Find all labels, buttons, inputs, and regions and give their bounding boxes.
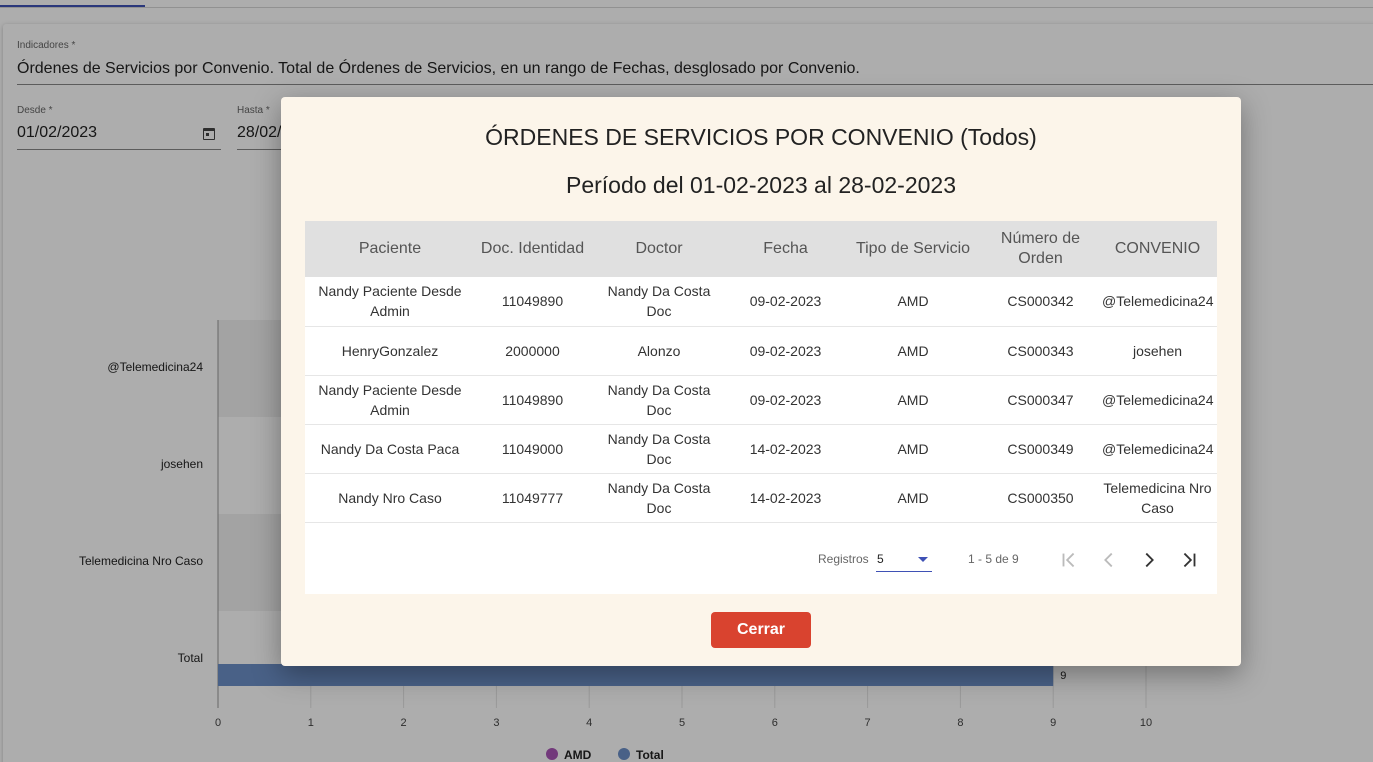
table-cell: @Telemedicina24 — [1102, 391, 1214, 408]
table-row[interactable]: Nandy Paciente Desde Admin 11049890 Nandy … — [305, 375, 1217, 424]
table-cell: Nandy Nro Caso — [338, 489, 442, 506]
table-cell: AMD — [897, 293, 929, 310]
table-cell: Nandy Paciente Desde Admin — [318, 283, 462, 320]
first-page-button[interactable] — [1053, 544, 1085, 576]
column-header: Fecha — [763, 240, 808, 257]
table-cell: Nandy Da Costa Doc — [607, 479, 711, 516]
paginator: Registros 5 1 - 5 de 9 — [305, 522, 1217, 594]
page-size-select[interactable]: 5 — [876, 548, 932, 572]
table-cell: 11049890 — [501, 293, 564, 310]
column-header: CONVENIO — [1114, 240, 1201, 257]
table-cell: AMD — [897, 440, 929, 457]
table-cell: Nandy Da Costa Paca — [320, 440, 460, 457]
last-page-icon — [1183, 552, 1196, 568]
table-row[interactable]: Nandy Paciente Desde Admin 11049890 Nandy … — [305, 277, 1217, 326]
table-cell: Alonzo — [637, 342, 681, 359]
table-cell: Nandy Paciente Desde Admin — [318, 381, 462, 418]
last-page-button[interactable] — [1173, 544, 1205, 576]
table-cell: Nandy Da Costa Doc — [607, 381, 711, 418]
first-page-icon — [1062, 552, 1075, 568]
table-cell: CS000347 — [1007, 391, 1074, 408]
table-cell: CS000343 — [1007, 342, 1074, 359]
column-header: Paciente — [358, 240, 422, 257]
column-header: Doctor — [635, 240, 683, 257]
table-cell: AMD — [897, 391, 929, 408]
table-cell: 09-02-2023 — [749, 342, 822, 359]
table-cell: AMD — [897, 342, 929, 359]
page-size-value: 5 — [877, 552, 884, 566]
table-cell: CS000350 — [1007, 489, 1074, 506]
table-cell: 2000000 — [505, 342, 560, 359]
table-cell: josehen — [1132, 342, 1183, 359]
orders-table-container: Paciente Doc. Identidad Doctor Fecha Tipo de… — [305, 221, 1217, 594]
column-header: Número de Orden — [1000, 230, 1081, 267]
table-cell: @Telemedicina24 — [1102, 293, 1214, 310]
table-row[interactable]: Nandy Da Costa Paca 11049000 Nandy Da Cost… — [305, 424, 1217, 473]
previous-page-button[interactable] — [1093, 544, 1125, 576]
table-row[interactable]: Nandy Nro Caso 11049777 Nandy Da Costa Doc… — [305, 473, 1217, 522]
table-cell: HenryGonzalez — [341, 342, 439, 359]
table-header-row: Paciente Doc. Identidad Doctor Fecha Tipo de… — [305, 221, 1217, 277]
dialog-title: ÓRDENES DE SERVICIOS POR CONVENIO (Todos… — [485, 124, 1037, 150]
table-cell: Telemedicina Nro Caso — [1103, 479, 1212, 516]
table-row[interactable]: HenryGonzalez 2000000 Alonzo 09-02-2023 AMD C… — [305, 326, 1217, 375]
table-cell: @Telemedicina24 — [1102, 440, 1214, 457]
table-cell: Nandy Da Costa Doc — [607, 283, 711, 320]
table-cell: 14-02-2023 — [749, 440, 822, 457]
table-cell: 11049000 — [501, 440, 564, 457]
next-page-button[interactable] — [1133, 544, 1165, 576]
table-cell: 09-02-2023 — [749, 293, 822, 310]
table-cell: AMD — [897, 489, 929, 506]
table-cell: 11049777 — [501, 489, 564, 506]
table-cell: 14-02-2023 — [749, 489, 822, 506]
table-cell: CS000349 — [1007, 440, 1074, 457]
table-body: Nandy Paciente Desde Admin 11049890 Nandy … — [305, 277, 1217, 522]
table-cell: 09-02-2023 — [749, 391, 822, 408]
column-header: Tipo de Servicio — [855, 240, 971, 257]
column-header: Doc. Identidad — [480, 240, 585, 257]
report-dialog: ÓRDENES DE SERVICIOS POR CONVENIO (Todos… — [281, 97, 1241, 666]
dropdown-arrow-icon — [918, 557, 928, 562]
table-cell: Nandy Da Costa Doc — [607, 430, 711, 467]
table-cell: 11049890 — [501, 391, 564, 408]
page-range-label: 1 - 5 de 9 — [968, 552, 1019, 566]
chevron-right-icon — [1145, 552, 1154, 568]
close-button[interactable]: Cerrar — [711, 612, 811, 648]
table-cell: CS000342 — [1007, 293, 1074, 310]
dialog-subtitle: Período del 01-02-2023 al 28-02-2023 — [565, 172, 956, 198]
page-size-label: Registros — [818, 552, 869, 566]
orders-table: Paciente Doc. Identidad Doctor Fecha Tipo de… — [305, 221, 1217, 523]
chevron-left-icon — [1104, 552, 1113, 568]
